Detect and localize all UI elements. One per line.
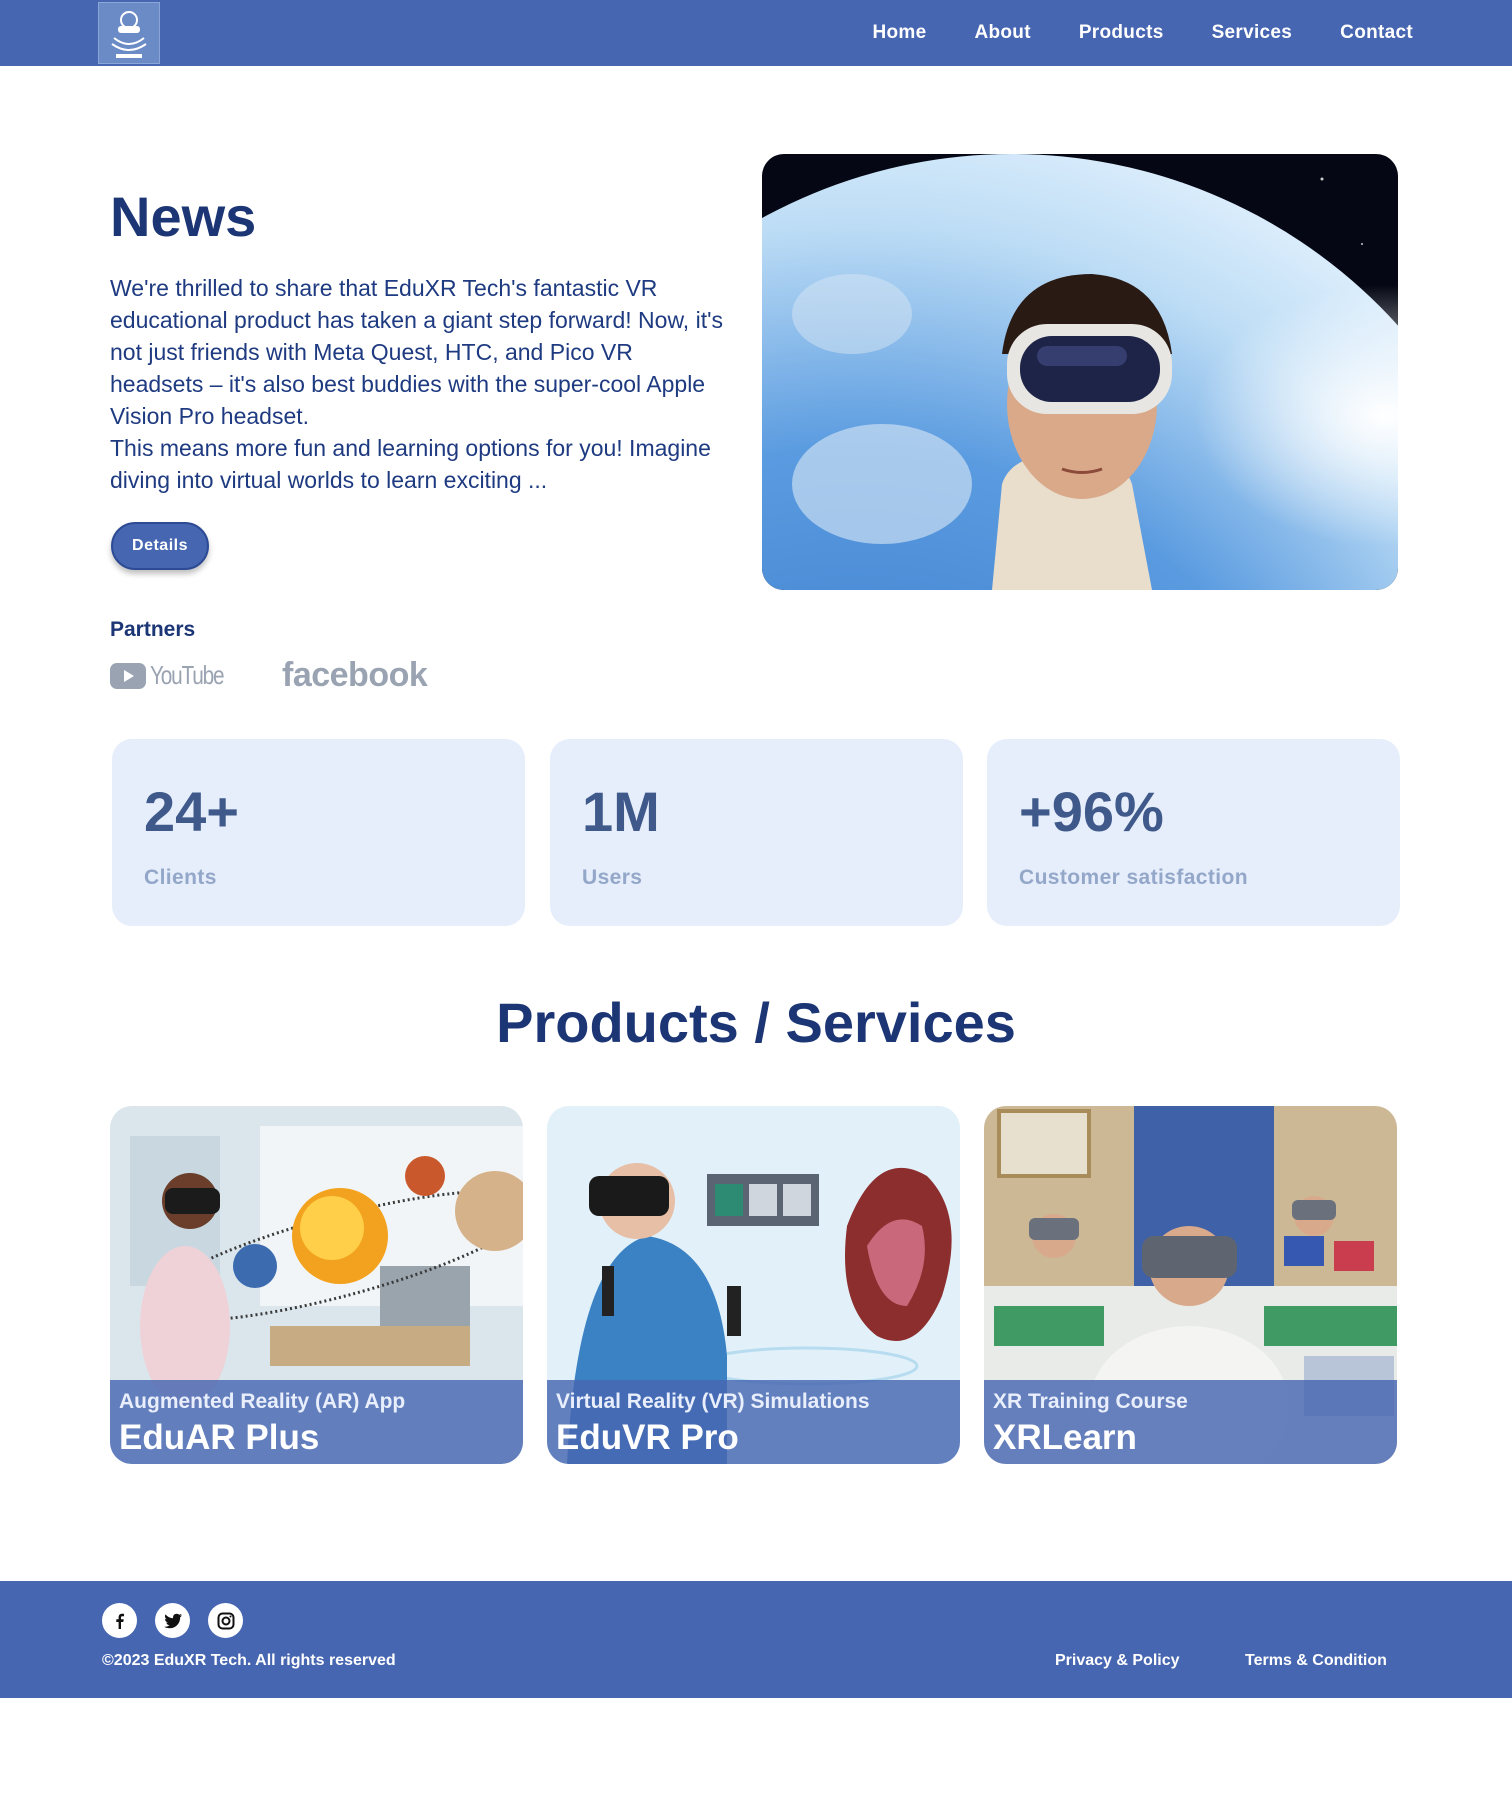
- youtube-partner-logo[interactable]: YouTube: [110, 660, 242, 691]
- stat-card-users: 1M Users: [550, 739, 963, 926]
- facebook-partner-logo[interactable]: facebook: [282, 656, 428, 695]
- news-title: News: [110, 185, 257, 248]
- card-caption: Virtual Reality (VR) Simulations EduVR P…: [547, 1380, 960, 1464]
- stat-value: 24+: [144, 780, 239, 843]
- card-caption: Augmented Reality (AR) App EduAR Plus: [110, 1380, 523, 1464]
- stat-card-satisfaction: +96% Customer satisfaction: [987, 739, 1400, 926]
- card-caption: XR Training Course XRLearn: [984, 1380, 1397, 1464]
- card-product-name: EduAR Plus: [119, 1418, 320, 1457]
- nav-home[interactable]: Home: [872, 22, 926, 44]
- details-button[interactable]: Details: [111, 522, 209, 570]
- stat-label: Users: [582, 866, 643, 889]
- youtube-wordmark: YouTube: [150, 660, 225, 690]
- instagram-icon[interactable]: [208, 1603, 243, 1638]
- card-subtitle: Augmented Reality (AR) App: [119, 1390, 406, 1413]
- product-card-eduar-plus[interactable]: Augmented Reality (AR) App EduAR Plus: [110, 1106, 523, 1464]
- facebook-icon[interactable]: [102, 1603, 137, 1638]
- nav-about[interactable]: About: [974, 22, 1030, 44]
- partners-label: Partners: [110, 618, 196, 641]
- nav-services[interactable]: Services: [1212, 22, 1293, 44]
- terms-condition-link[interactable]: Terms & Condition: [1245, 1652, 1387, 1670]
- stat-value: 1M: [582, 780, 660, 843]
- top-navbar: Home About Products Services Contact: [0, 0, 1512, 66]
- card-subtitle: XR Training Course: [993, 1390, 1188, 1413]
- news-body: We're thrilled to share that EduXR Tech'…: [110, 272, 730, 496]
- stat-card-clients: 24+ Clients: [112, 739, 525, 926]
- product-card-eduvr-pro[interactable]: Virtual Reality (VR) Simulations EduVR P…: [547, 1106, 960, 1464]
- footer: ©2023 EduXR Tech. All rights reserved Pr…: [0, 1581, 1512, 1698]
- card-product-name: EduVR Pro: [556, 1418, 739, 1457]
- privacy-policy-link[interactable]: Privacy & Policy: [1055, 1652, 1180, 1670]
- youtube-play-icon: [110, 662, 146, 689]
- nav-products[interactable]: Products: [1079, 22, 1164, 44]
- stat-value: +96%: [1019, 780, 1164, 843]
- stat-label: Clients: [144, 866, 217, 889]
- copyright-text: ©2023 EduXR Tech. All rights reserved: [102, 1652, 396, 1669]
- vr-headset-earth-image: [762, 154, 1398, 590]
- nav-links: Home About Products Services Contact: [872, 0, 1413, 66]
- eduxr-logo-icon[interactable]: [98, 2, 160, 64]
- product-card-xrlearn[interactable]: XR Training Course XRLearn: [984, 1106, 1397, 1464]
- products-services-title: Products / Services: [496, 991, 1016, 1054]
- nav-contact[interactable]: Contact: [1340, 22, 1413, 44]
- news-paragraph: We're thrilled to share that EduXR Tech'…: [110, 275, 723, 429]
- card-product-name: XRLearn: [993, 1418, 1137, 1457]
- twitter-icon[interactable]: [155, 1603, 190, 1638]
- stat-label: Customer satisfaction: [1019, 866, 1248, 889]
- news-paragraph: This means more fun and learning options…: [110, 435, 711, 493]
- card-subtitle: Virtual Reality (VR) Simulations: [556, 1390, 870, 1413]
